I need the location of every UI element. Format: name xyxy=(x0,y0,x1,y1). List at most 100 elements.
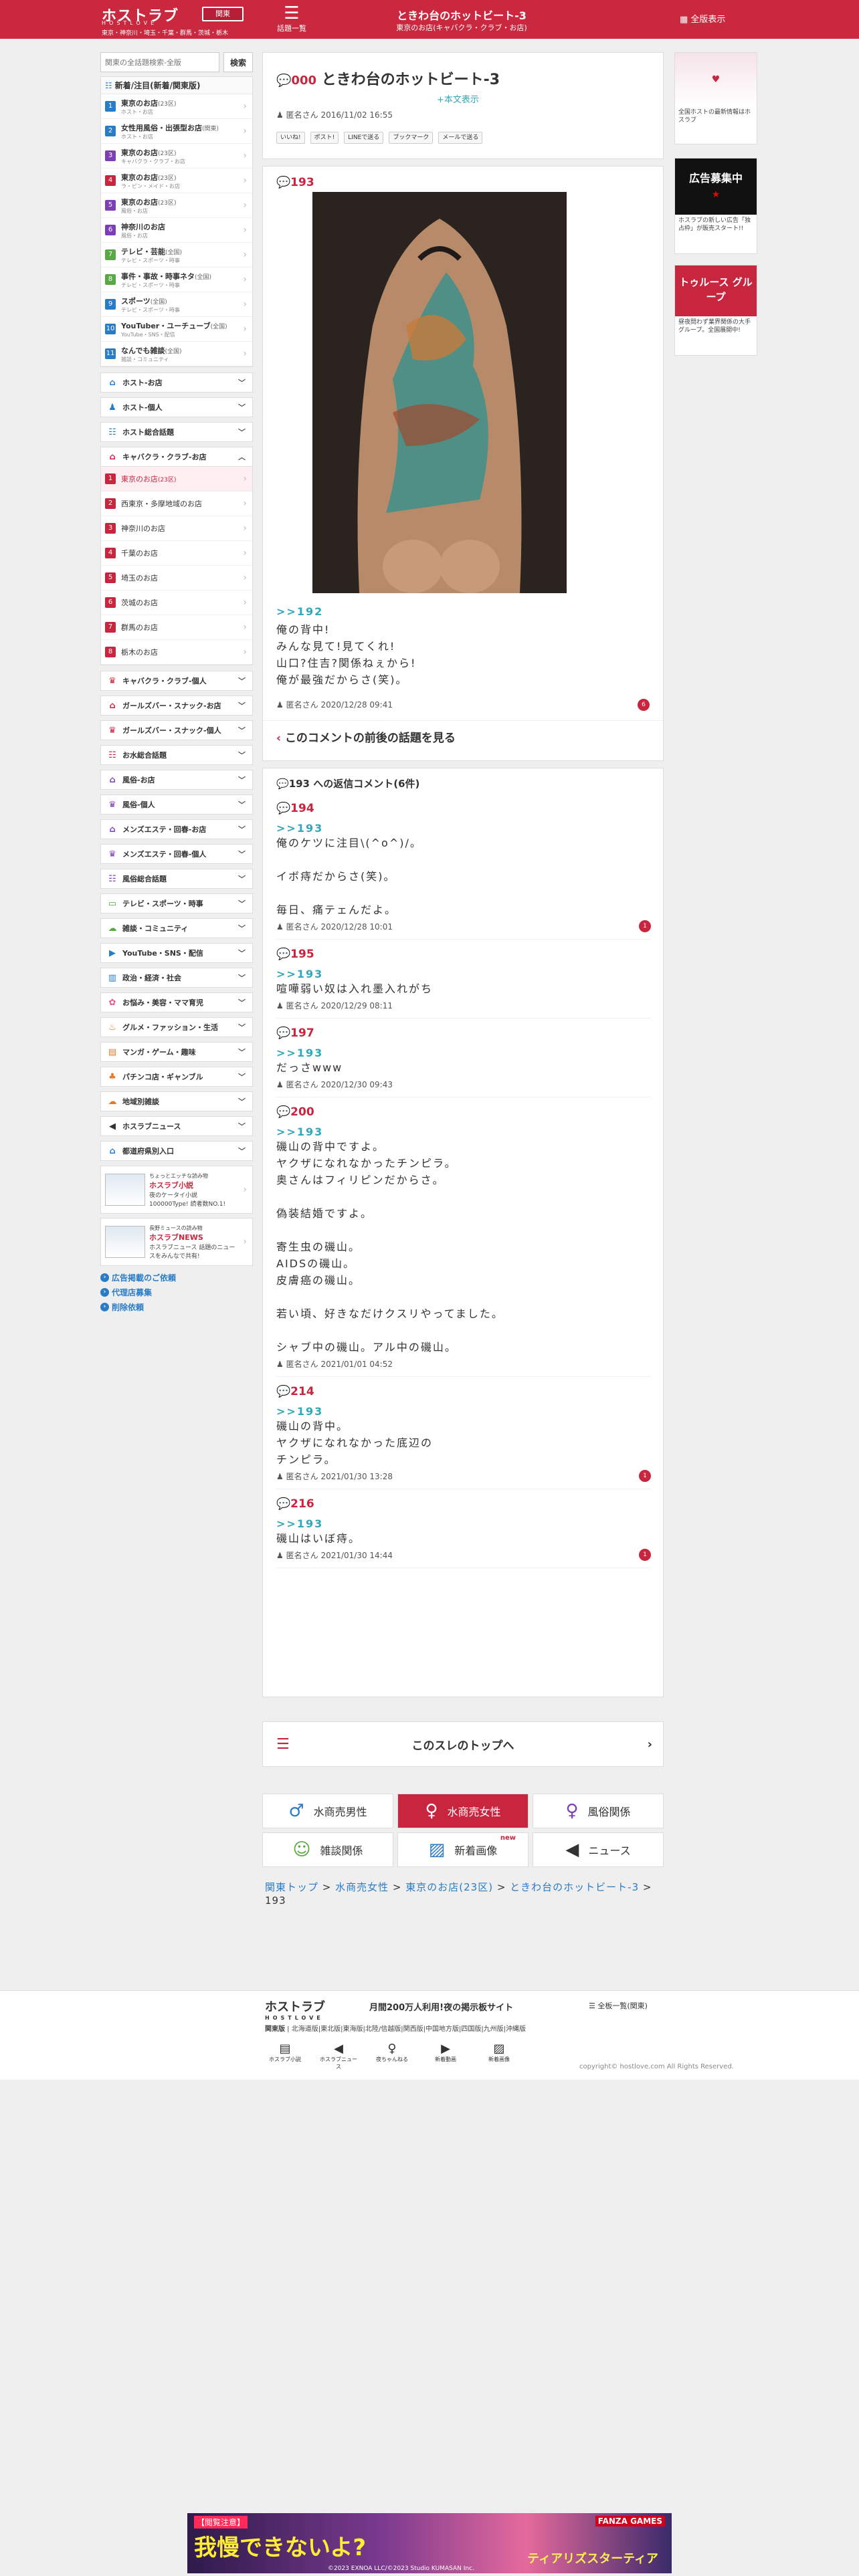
sidebar-link[interactable]: › 削除依頼 xyxy=(100,1299,253,1314)
category-sidebar-cats_bottom-15[interactable]: ▤ マンガ・ゲーム・趣味 ﹀ xyxy=(100,1042,253,1062)
share-button[interactable]: LINEで送る xyxy=(344,132,384,144)
category-sidebar-cats_bottom-11[interactable]: ▶ YouTube・SNS・配信 ﹀ xyxy=(100,943,253,963)
reply-anchor[interactable]: >>193 xyxy=(276,968,651,980)
search-input[interactable] xyxy=(100,52,219,72)
reply-anchor[interactable]: >>193 xyxy=(276,822,651,835)
category-sidebar-cats_top-1[interactable]: ♟ ホスト-個人 ﹀ xyxy=(100,397,253,417)
new-topic-item[interactable]: 4 東京のお店(23区) ラ・ピン・メイド・お店 › xyxy=(101,169,252,193)
category-sidebar-cats_bottom-9[interactable]: ▭ テレビ・スポーツ・時事 ﹀ xyxy=(100,893,253,914)
category-sidebar-cats_bottom-12[interactable]: ▥ 政治・経済・社会 ﹀ xyxy=(100,968,253,988)
thread-top-link[interactable]: ☰ このスレのトップへ › xyxy=(262,1721,664,1767)
category-sidebar-cats_bottom-2[interactable]: ♛ ガールズバー・スナック-個人 ﹀ xyxy=(100,720,253,740)
category-tile[interactable]: ▨ 新着画像 new xyxy=(397,1832,529,1867)
new-topic-item[interactable]: 6 神奈川のお店 風俗・お店 › xyxy=(101,218,252,243)
full-view-button[interactable]: ▦ 全版表示 xyxy=(680,12,725,25)
new-topic-item[interactable]: 3 東京のお店(23区) キャバクラ・クラブ・お店 › xyxy=(101,144,252,169)
category-sidebar-cats_bottom-6[interactable]: ⌂ メンズエステ・回春-お店 ﹀ xyxy=(100,819,253,839)
share-button[interactable]: いいね! xyxy=(276,132,305,144)
ad-hostlove[interactable]: ♥ 全国ホストの最新情報はホスラブ xyxy=(674,52,757,144)
reply-count-badge[interactable]: 1 xyxy=(639,1470,651,1482)
full-text-link[interactable]: +本文表示 xyxy=(437,92,479,105)
new-topic-item[interactable]: 2 女性用風俗・出張型お店(関東) ホスト・お店 › xyxy=(101,119,252,144)
new-topic-item[interactable]: 9 スポーツ(全国) テレビ・スポーツ・時事 › xyxy=(101,292,252,317)
category-sidebar-cats_bottom-18[interactable]: ◀ ホスラブニュース ﹀ xyxy=(100,1116,253,1136)
footer-icon-link[interactable]: ▨ 新着画像 xyxy=(479,2042,519,2070)
category-sidebar-cats_bottom-16[interactable]: ♣ パチンコ店・ギャンブル ﹀ xyxy=(100,1067,253,1087)
new-topic-item[interactable]: 7 テレビ・芸能(全国) テレビ・スポーツ・時事 › xyxy=(101,243,252,267)
tattoo-back-photo[interactable] xyxy=(312,192,567,593)
breadcrumb-link[interactable]: ときわ台のホットビート-3 xyxy=(510,1881,639,1893)
promo-banner[interactable]: ちょっとエッチな読み物 ホスラブ小説 夜のケータイ小説 100000Type! 読者… xyxy=(100,1166,253,1214)
area-label: 群馬のお店 xyxy=(121,623,158,632)
footer-icon: ▤ xyxy=(279,2042,291,2056)
kyaba-area-item[interactable]: 3 神奈川のお店 › xyxy=(101,516,252,541)
region-links[interactable]: 北海道版|東北版|東海版|北陸/信越版|関西版|中国地方版|四国版|九州版|沖縄… xyxy=(292,2026,526,2033)
category-sidebar-cats_bottom-17[interactable]: ☁ 地域別雑談 ﹀ xyxy=(100,1091,253,1111)
category-sidebar-cats_bottom-4[interactable]: ⌂ 風俗-お店 ﹀ xyxy=(100,770,253,790)
kyaba-area-item[interactable]: 7 群馬のお店 › xyxy=(101,615,252,640)
footer-logo[interactable]: ホストラブ HOSTLOVE xyxy=(265,1998,325,2021)
category-sidebar-cats_bottom-0[interactable]: ♛ キャバクラ・クラブ-個人 ﹀ xyxy=(100,671,253,691)
reply-count-badge[interactable]: 1 xyxy=(639,920,651,932)
new-topic-item[interactable]: 11 なんでも雑談(全国) 雑談・コミュニティ › xyxy=(101,342,252,366)
category-sidebar-cats_bottom-14[interactable]: ♨ グルメ・ファッション・生活 ﹀ xyxy=(100,1017,253,1037)
breadcrumb-link[interactable]: 東京のお店(23区) xyxy=(405,1881,493,1893)
kyaba-area-item[interactable]: 6 茨城のお店 › xyxy=(101,591,252,615)
promo-banner[interactable]: 長野ミュースの読み物 ホスラブNEWS ホスラブニュース 話題のニュースをみんなで共… xyxy=(100,1218,253,1266)
breadcrumb-link[interactable]: 水商売女性 xyxy=(335,1881,389,1893)
footer-icon-label: 新着画像 xyxy=(488,2056,510,2062)
share-button[interactable]: ポスト! xyxy=(310,132,339,144)
category-sidebar-cats_bottom-19[interactable]: ⌂ 都道府県別入口 ﹀ xyxy=(100,1141,253,1161)
category-sidebar-cats_top-0[interactable]: ⌂ ホスト-お店 ﹀ xyxy=(100,372,253,393)
ad-recruit[interactable]: 広告募集中 ★ ホスラブの新しい広告「独占枠」が販売スタート!! xyxy=(674,158,757,254)
reply-anchor[interactable]: >>193 xyxy=(276,1047,651,1059)
region-button[interactable]: 関東 xyxy=(202,7,244,21)
category-tile[interactable]: ♂ 水商売男性 xyxy=(262,1794,393,1828)
category-sidebar-cats_top-2[interactable]: ☷ ホスト総合話題 ﹀ xyxy=(100,422,253,442)
new-topic-item[interactable]: 8 事件・事故・時事ネタ(全国) テレビ・スポーツ・時事 › xyxy=(101,267,252,292)
kyaba-area-item[interactable]: 5 埼玉のお店 › xyxy=(101,566,252,591)
reply-anchor[interactable]: >>193 xyxy=(276,1405,651,1418)
reply-anchor[interactable]: >>193 xyxy=(276,1517,651,1530)
sidebar-link[interactable]: › 広告掲載のご依頼 xyxy=(100,1270,253,1285)
kyaba-area-item[interactable]: 2 西東京・多摩地域のお店 › xyxy=(101,492,252,516)
area-number: 4 xyxy=(105,548,116,558)
category-sidebar-cats_bottom-3[interactable]: ☷ お水総合話題 ﹀ xyxy=(100,745,253,765)
board-list-button[interactable]: ☰ 話題一覧 xyxy=(272,4,312,33)
category-sidebar-cats_bottom-1[interactable]: ⌂ ガールズバー・スナック-お店 ﹀ xyxy=(100,695,253,716)
sidebar-link[interactable]: › 代理店募集 xyxy=(100,1285,253,1299)
category-tile[interactable]: ♀ 水商売女性 xyxy=(397,1794,529,1828)
kyaba-area-item[interactable]: 4 千葉のお店 › xyxy=(101,541,252,566)
share-button[interactable]: ブックマーク xyxy=(389,132,434,144)
category-sidebar-cats_bottom-7[interactable]: ♛ メンズエステ・回春-個人 ﹀ xyxy=(100,844,253,864)
category-tile[interactable]: ♀ 風俗関係 xyxy=(533,1794,664,1828)
category-sidebar-cats_bottom-5[interactable]: ♛ 風俗-個人 ﹀ xyxy=(100,794,253,815)
footer-icon-link[interactable]: ▶ 新着動画 xyxy=(425,2042,466,2070)
search-button[interactable]: 検索 xyxy=(223,52,253,72)
reply-anchor[interactable]: >>193 xyxy=(276,1125,651,1138)
ad-truth-group[interactable]: トゥルース グループ 昼夜問わず業界関係の大手グループ。全国展開中! xyxy=(674,265,757,356)
context-link[interactable]: ‹ このコメントの前後の話題を見る xyxy=(276,728,456,745)
all-boards-button[interactable]: ☰ 全板一覧(関東) xyxy=(589,2000,648,2011)
kyaba-area-item[interactable]: 8 栃木のお店 › xyxy=(101,640,252,665)
breadcrumb-link[interactable]: 関東トップ xyxy=(265,1881,318,1893)
share-button[interactable]: メールで送る xyxy=(438,132,483,144)
reply-anchor[interactable]: >>192 xyxy=(276,605,323,618)
category-tile[interactable]: ☺ 雑談関係 xyxy=(262,1832,393,1867)
footer-icon-link[interactable]: ▤ ホスラブ小説 xyxy=(265,2042,305,2070)
bottom-ad-banner[interactable]: 【閲覧注意】 我慢できないよ? FANZA GAMES ティアリズスターティア … xyxy=(187,2513,672,2573)
footer-icon-link[interactable]: ◀ ホスラブニュース xyxy=(318,2042,359,2070)
new-topic-item[interactable]: 10 YouTuber・ユーチューブ(全国) YouTube・SNS・配信 › xyxy=(101,317,252,342)
reply-count-badge[interactable]: 6 xyxy=(638,699,650,711)
kyaba-area-item[interactable]: 1 東京のお店(23区) › xyxy=(101,467,252,492)
reply-count-badge[interactable]: 1 xyxy=(639,1549,651,1561)
category-kyaba-shop[interactable]: ⌂ キャバクラ・クラブ-お店 ︿ xyxy=(100,447,253,467)
footer-icon-link[interactable]: ♀ 夜ちゃんねる xyxy=(372,2042,412,2070)
category-tile[interactable]: ◀ ニュース xyxy=(533,1832,664,1867)
category-sidebar-cats_bottom-8[interactable]: ☷ 風俗総合話題 ﹀ xyxy=(100,869,253,889)
category-sidebar-cats_bottom-10[interactable]: ☁ 雑談・コミュニティ ﹀ xyxy=(100,918,253,938)
category-sidebar-cats_bottom-13[interactable]: ✿ お悩み・美容・ママ育児 ﹀ xyxy=(100,992,253,1012)
new-topic-item[interactable]: 1 東京のお店(23区) ホスト・お店 › xyxy=(101,94,252,119)
new-topic-item[interactable]: 5 東京のお店(23区) 風俗・お店 › xyxy=(101,193,252,218)
replies-card: 💬193 への返信コメント(6件) 💬194 >>193 俺のケツに注目\(^o… xyxy=(262,768,664,1697)
